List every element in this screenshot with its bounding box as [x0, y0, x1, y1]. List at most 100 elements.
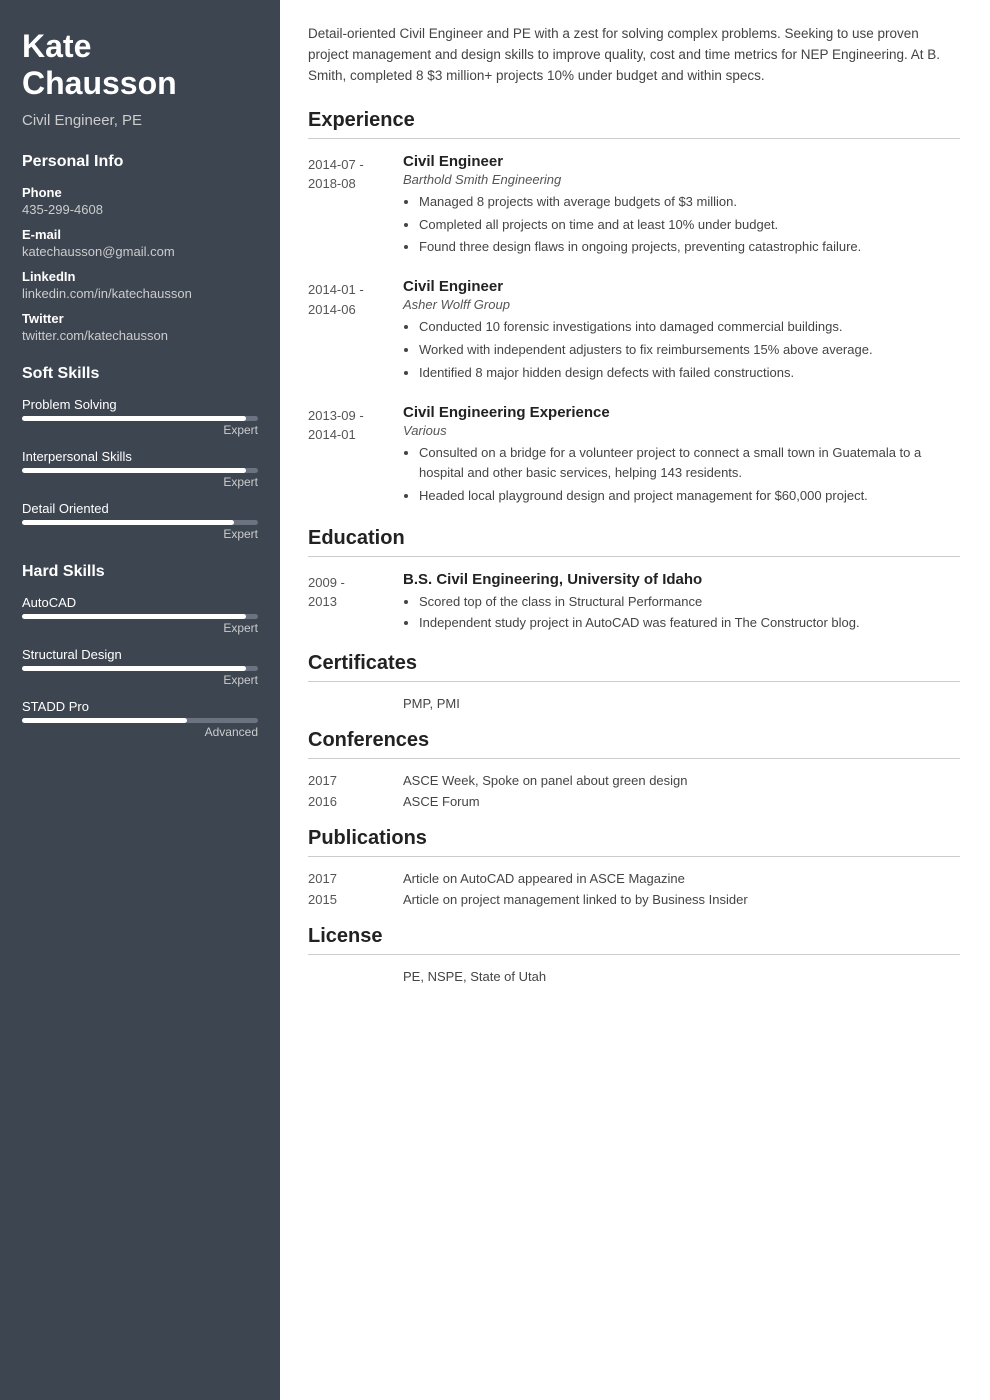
skill-level: Expert — [22, 527, 258, 541]
skill-bar-fill — [22, 416, 246, 421]
exp-date: 2013-09 -2014-01 — [308, 404, 403, 509]
exp-bullet: Consulted on a bridge for a volunteer pr… — [419, 443, 960, 485]
publications-section: Publications 2017 Article on AutoCAD app… — [308, 827, 960, 907]
sidebar: Kate Chausson Civil Engineer, PE Persona… — [0, 0, 280, 1400]
publication-row: 2015 Article on project management linke… — [308, 892, 960, 907]
hard-skills-heading: Hard Skills — [22, 563, 258, 581]
pub-year: 2015 — [308, 892, 403, 907]
conferences-heading: Conferences — [308, 729, 960, 752]
experience-row: 2014-01 -2014-06 Civil Engineer Asher Wo… — [308, 278, 960, 385]
education-row: 2009 -2013 B.S. Civil Engineering, Unive… — [308, 571, 960, 634]
skill-name: Interpersonal Skills — [22, 449, 258, 464]
skill-bar-fill — [22, 718, 187, 723]
exp-company: Barthold Smith Engineering — [403, 172, 960, 187]
publications-divider — [308, 856, 960, 857]
exp-bullets: Conducted 10 forensic investigations int… — [403, 317, 960, 383]
exp-bullets: Consulted on a bridge for a volunteer pr… — [403, 443, 960, 507]
soft-skills-list: Problem Solving Expert Interpersonal Ski… — [22, 397, 258, 541]
skill-bar-bg — [22, 718, 258, 723]
email-item: E-mail katechausson@gmail.com — [22, 227, 258, 259]
cert-row: PMP, PMI — [308, 696, 960, 711]
candidate-title: Civil Engineer, PE — [22, 112, 258, 129]
edu-bullet: Scored top of the class in Structural Pe… — [419, 592, 960, 613]
experience-row: 2014-07 -2018-08 Civil Engineer Barthold… — [308, 153, 960, 260]
skill-level: Expert — [22, 423, 258, 437]
skill-name: Detail Oriented — [22, 501, 258, 516]
skill-bar-bg — [22, 520, 258, 525]
skill-level: Advanced — [22, 725, 258, 739]
main-content: Detail-oriented Civil Engineer and PE wi… — [280, 0, 990, 1400]
conferences-list: 2017 ASCE Week, Spoke on panel about gre… — [308, 773, 960, 809]
conference-row: 2017 ASCE Week, Spoke on panel about gre… — [308, 773, 960, 788]
education-heading: Education — [308, 527, 960, 550]
conf-year: 2016 — [308, 794, 403, 809]
skill-level: Expert — [22, 475, 258, 489]
conference-row: 2016 ASCE Forum — [308, 794, 960, 809]
exp-bullet: Found three design flaws in ongoing proj… — [419, 237, 960, 258]
exp-company: Asher Wolff Group — [403, 297, 960, 312]
exp-date: 2014-07 -2018-08 — [308, 153, 403, 260]
skill-bar-fill — [22, 520, 234, 525]
education-divider — [308, 556, 960, 557]
exp-company: Various — [403, 423, 960, 438]
license-divider — [308, 954, 960, 955]
skill-bar-bg — [22, 614, 258, 619]
exp-job-title: Civil Engineering Experience — [403, 404, 960, 421]
twitter-value: twitter.com/katechausson — [22, 328, 258, 343]
hard-skill-item: AutoCAD Expert — [22, 595, 258, 635]
pub-year: 2017 — [308, 871, 403, 886]
twitter-label: Twitter — [22, 311, 258, 326]
exp-bullet: Headed local playground design and proje… — [419, 486, 960, 507]
publications-list: 2017 Article on AutoCAD appeared in ASCE… — [308, 871, 960, 907]
edu-bullet: Independent study project in AutoCAD was… — [419, 613, 960, 634]
personal-info-section: Personal Info Phone 435-299-4608 E-mail … — [22, 153, 258, 343]
skill-name: AutoCAD — [22, 595, 258, 610]
phone-label: Phone — [22, 185, 258, 200]
experience-section: Experience 2014-07 -2018-08 Civil Engine… — [308, 109, 960, 509]
skill-name: Problem Solving — [22, 397, 258, 412]
phone-item: Phone 435-299-4608 — [22, 185, 258, 217]
publications-heading: Publications — [308, 827, 960, 850]
skill-name: Structural Design — [22, 647, 258, 662]
experience-divider — [308, 138, 960, 139]
license-row: PE, NSPE, State of Utah — [308, 969, 960, 984]
pub-desc: Article on AutoCAD appeared in ASCE Maga… — [403, 871, 960, 886]
exp-bullet: Worked with independent adjusters to fix… — [419, 340, 960, 361]
exp-date: 2014-01 -2014-06 — [308, 278, 403, 385]
license-spacer — [308, 969, 403, 984]
soft-skill-item: Interpersonal Skills Expert — [22, 449, 258, 489]
hard-skill-item: STADD Pro Advanced — [22, 699, 258, 739]
conf-year: 2017 — [308, 773, 403, 788]
conf-desc: ASCE Week, Spoke on panel about green de… — [403, 773, 960, 788]
conferences-divider — [308, 758, 960, 759]
hard-skills-list: AutoCAD Expert Structural Design Expert … — [22, 595, 258, 739]
edu-content: B.S. Civil Engineering, University of Id… — [403, 571, 960, 634]
skill-level: Expert — [22, 673, 258, 687]
linkedin-value: linkedin.com/in/katechausson — [22, 286, 258, 301]
exp-job-title: Civil Engineer — [403, 278, 960, 295]
conf-desc: ASCE Forum — [403, 794, 960, 809]
exp-bullets: Managed 8 projects with average budgets … — [403, 192, 960, 258]
skill-bar-fill — [22, 614, 246, 619]
phone-value: 435-299-4608 — [22, 202, 258, 217]
skill-bar-bg — [22, 468, 258, 473]
exp-bullet: Identified 8 major hidden design defects… — [419, 363, 960, 384]
exp-job-title: Civil Engineer — [403, 153, 960, 170]
resume-container: Kate Chausson Civil Engineer, PE Persona… — [0, 0, 990, 1400]
hard-skills-section: Hard Skills AutoCAD Expert Structural De… — [22, 563, 258, 739]
skill-bar-bg — [22, 666, 258, 671]
hard-skill-item: Structural Design Expert — [22, 647, 258, 687]
skill-bar-bg — [22, 416, 258, 421]
email-value: katechausson@gmail.com — [22, 244, 258, 259]
edu-bullets: Scored top of the class in Structural Pe… — [403, 592, 960, 634]
cert-spacer — [308, 696, 403, 711]
exp-content: Civil Engineer Asher Wolff Group Conduct… — [403, 278, 960, 385]
publication-row: 2017 Article on AutoCAD appeared in ASCE… — [308, 871, 960, 886]
exp-content: Civil Engineering Experience Various Con… — [403, 404, 960, 509]
skill-bar-fill — [22, 666, 246, 671]
experience-heading: Experience — [308, 109, 960, 132]
exp-bullet: Completed all projects on time and at le… — [419, 215, 960, 236]
certificates-heading: Certificates — [308, 652, 960, 675]
exp-bullet: Conducted 10 forensic investigations int… — [419, 317, 960, 338]
skill-level: Expert — [22, 621, 258, 635]
